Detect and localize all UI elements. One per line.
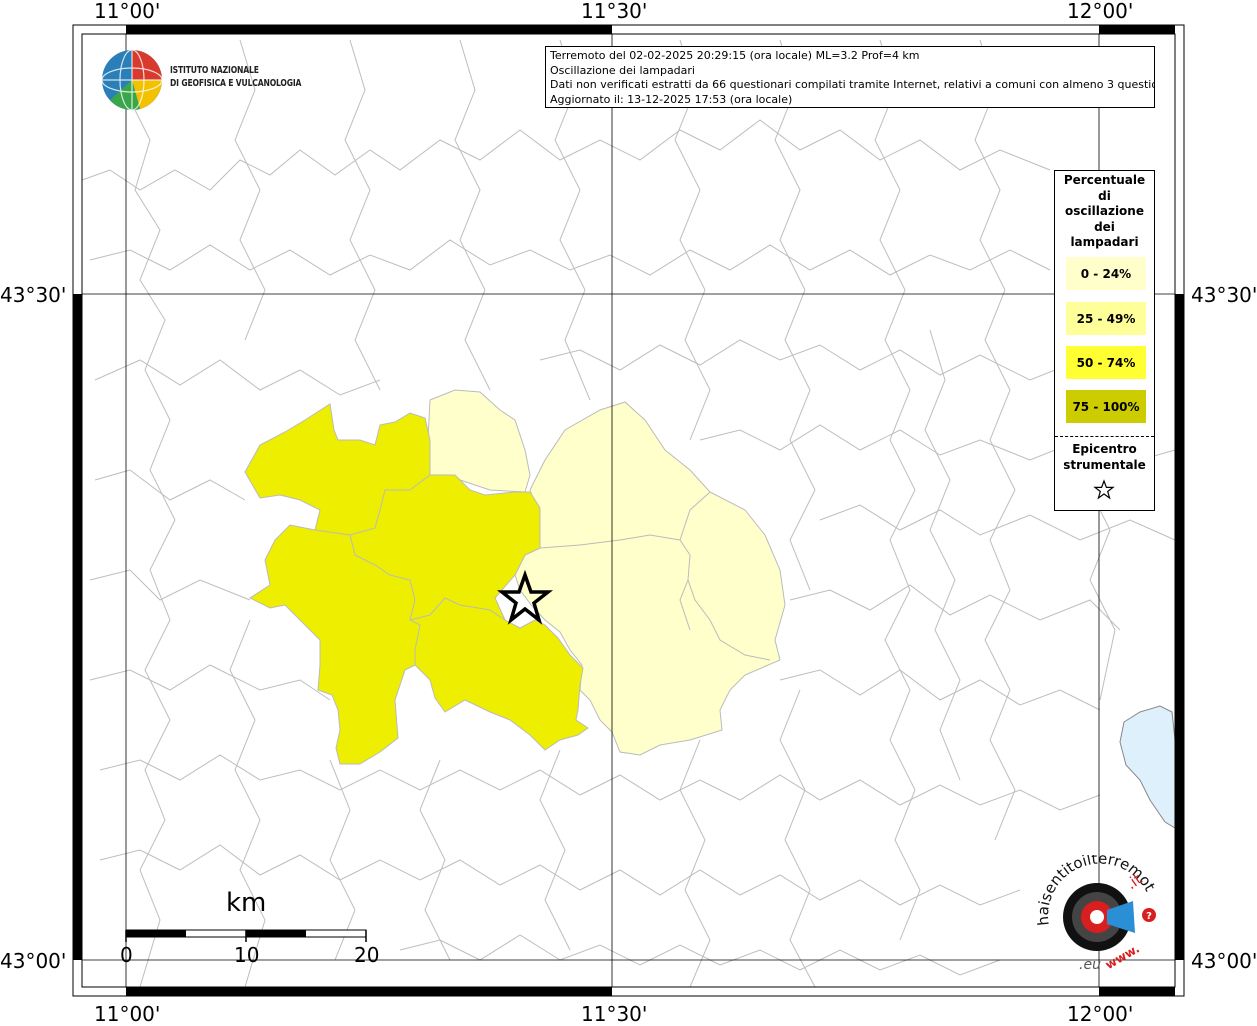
legend-epicenter-line2: strumentale — [1063, 458, 1146, 472]
lon-label-top-3: 12°00' — [1067, 0, 1134, 23]
lon-label-bottom-1: 11°00' — [94, 1002, 161, 1026]
scale-label-20: 20 — [354, 943, 380, 967]
lon-label-top-2: 11°30' — [581, 0, 648, 23]
svg-text:?: ? — [1146, 911, 1152, 922]
legend-class-75-100: 75 - 100% — [1066, 390, 1146, 423]
lon-label-bottom-2: 11°30' — [581, 1002, 648, 1026]
legend-title-line3: oscillazione — [1065, 204, 1144, 218]
legend-class-0-24: 0 - 24% — [1066, 257, 1146, 290]
scale-label-0: 0 — [120, 943, 133, 967]
legend-title-line5: lampadari — [1070, 235, 1139, 249]
scale-label-10: 10 — [234, 943, 260, 967]
legend-class-25-49: 25 - 49% — [1066, 302, 1146, 335]
lon-label-bottom-3: 12°00' — [1067, 1002, 1134, 1026]
legend-epicenter-line1: Epicentro — [1072, 442, 1137, 456]
legend-epicenter-label: Epicentro strumentale — [1055, 441, 1154, 473]
legend-title-line1: Percentuale — [1063, 173, 1146, 187]
legend-title-line2: di — [1098, 188, 1111, 203]
hsi-text-eu: .eu — [1079, 957, 1101, 973]
ingv-name: ISTITUTO NAZIONALE DI GEOFISICA E VULCAN… — [170, 64, 324, 90]
legend-title-line4: dei — [1094, 219, 1115, 234]
legend-class-50-74: 50 - 74% — [1066, 346, 1146, 379]
ingv-name-line2: DI GEOFISICA E VULCANOLOGIA — [170, 78, 302, 89]
legend: Percentuale di oscillazione dei lampadar… — [1054, 170, 1155, 511]
legend-star-icon — [1093, 479, 1115, 500]
legend-title: Percentuale di oscillazione dei lampadar… — [1055, 173, 1154, 251]
ingv-name-line1: ISTITUTO NAZIONALE — [170, 65, 259, 76]
lat-label-right-2: 43°00' — [1191, 949, 1257, 973]
event-info-line3: Dati non verificati estratti da 66 quest… — [550, 78, 1155, 91]
scale-bar-title: km — [226, 888, 267, 918]
lat-label-left-1: 43°30' — [0, 283, 67, 307]
event-info-line2: Oscillazione dei lampadari — [550, 63, 695, 77]
legend-separator — [1055, 436, 1154, 437]
event-info-line1: Terremoto del 02-02-2025 20:29:15 (ora l… — [550, 49, 920, 62]
lat-label-right-1: 43°30' — [1191, 283, 1257, 307]
hsi-target-icon: ? haisentitoilterremoto .it www. .eu — [1030, 841, 1159, 973]
ingv-globe-icon — [101, 49, 163, 111]
lon-label-top-1: 11°00' — [94, 0, 161, 23]
lat-label-left-2: 43°00' — [0, 949, 67, 973]
event-info-line4: Aggiornato il: 13-12-2025 17:53 (ora loc… — [550, 92, 793, 106]
hsi-logo: ? haisentitoilterremoto .it www. .eu — [1030, 841, 1165, 975]
event-info-box: Terremoto del 02-02-2025 20:29:15 (ora l… — [545, 46, 1155, 108]
